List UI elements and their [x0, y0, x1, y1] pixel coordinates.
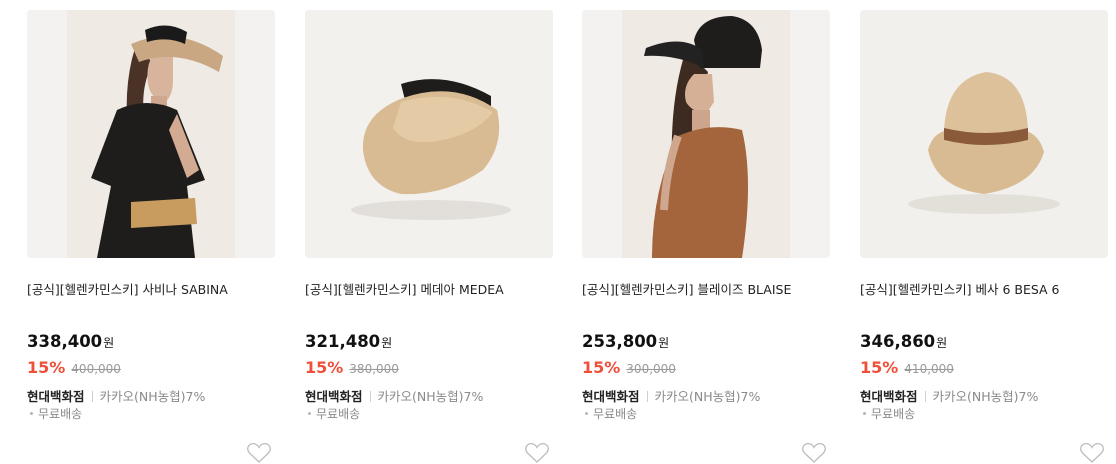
original-price: 380,000 — [349, 362, 399, 376]
visor-photo — [305, 10, 553, 258]
currency-label: 원 — [103, 336, 115, 350]
product-card[interactable]: [공식][헬렌카민스키] 사비나 SABINA 338,400원 15% 400,… — [27, 10, 275, 464]
shipping-row: 무료배송 — [305, 405, 360, 422]
heart-icon[interactable] — [1079, 442, 1105, 464]
heart-icon[interactable] — [524, 442, 550, 464]
seller-row: 현대백화점 카카오(NH농협)7% — [860, 386, 1038, 405]
discount-rate: 15% — [860, 358, 899, 377]
discount-rate: 15% — [27, 358, 66, 377]
discount-row: 15% 400,000 — [27, 358, 121, 377]
seller-row: 현대백화점 카카오(NH농협)7% — [305, 386, 483, 405]
seller-row: 현대백화점 카카오(NH농협)7% — [582, 386, 760, 405]
model-visor-photo — [27, 10, 275, 258]
bullet-dot — [585, 412, 588, 415]
seller-name: 현대백화점 — [860, 389, 918, 404]
price-value: 321,480 — [305, 332, 381, 351]
currency-label: 원 — [936, 336, 948, 350]
product-image[interactable] — [582, 10, 830, 258]
original-price: 410,000 — [904, 362, 954, 376]
currency-label: 원 — [381, 336, 393, 350]
price-value: 346,860 — [860, 332, 936, 351]
bullet-dot — [863, 412, 866, 415]
shipping-row: 무료배송 — [27, 405, 82, 422]
discount-row: 15% 300,000 — [582, 358, 676, 377]
shipping-row: 무료배송 — [860, 405, 915, 422]
bullet-dot — [30, 412, 33, 415]
product-card[interactable]: [공식][헬렌카민스키] 블레이즈 BLAISE 253,800원 15% 300… — [582, 10, 830, 464]
original-price: 300,000 — [626, 362, 676, 376]
product-image[interactable] — [860, 10, 1108, 258]
product-price: 346,860원 — [860, 332, 947, 351]
payment-benefit: 카카오(NH농협)7% — [99, 389, 206, 404]
product-image[interactable] — [305, 10, 553, 258]
hat-photo — [860, 10, 1108, 258]
currency-label: 원 — [658, 336, 670, 350]
shipping-label: 무료배송 — [871, 407, 916, 421]
shipping-label: 무료배송 — [593, 407, 638, 421]
product-image[interactable] — [27, 10, 275, 258]
product-title[interactable]: [공식][헬렌카민스키] 베사 6 BESA 6 — [860, 282, 1108, 298]
model-cap-photo — [582, 10, 830, 258]
shipping-label: 무료배송 — [38, 407, 83, 421]
original-price: 400,000 — [71, 362, 121, 376]
price-value: 338,400 — [27, 332, 103, 351]
product-title[interactable]: [공식][헬렌카민스키] 블레이즈 BLAISE — [582, 282, 830, 298]
heart-icon[interactable] — [801, 442, 827, 464]
discount-rate: 15% — [305, 358, 344, 377]
seller-name: 현대백화점 — [582, 389, 640, 404]
seller-name: 현대백화점 — [27, 389, 85, 404]
product-price: 253,800원 — [582, 332, 669, 351]
divider — [369, 391, 371, 402]
product-title[interactable]: [공식][헬렌카민스키] 사비나 SABINA — [27, 282, 275, 298]
discount-row: 15% 410,000 — [860, 358, 954, 377]
heart-icon[interactable] — [246, 442, 272, 464]
divider — [924, 391, 926, 402]
discount-rate: 15% — [582, 358, 621, 377]
product-price: 338,400원 — [27, 332, 114, 351]
product-card[interactable]: [공식][헬렌카민스키] 베사 6 BESA 6 346,860원 15% 410… — [860, 10, 1108, 464]
product-card[interactable]: [공식][헬렌카민스키] 메데아 MEDEA 321,480원 15% 380,0… — [305, 10, 553, 464]
payment-benefit: 카카오(NH농협)7% — [377, 389, 484, 404]
discount-row: 15% 380,000 — [305, 358, 399, 377]
price-value: 253,800 — [582, 332, 658, 351]
payment-benefit: 카카오(NH농협)7% — [654, 389, 761, 404]
divider — [646, 391, 648, 402]
product-price: 321,480원 — [305, 332, 392, 351]
product-title[interactable]: [공식][헬렌카민스키] 메데아 MEDEA — [305, 282, 553, 298]
shipping-row: 무료배송 — [582, 405, 637, 422]
shipping-label: 무료배송 — [316, 407, 361, 421]
divider — [91, 391, 93, 402]
seller-name: 현대백화점 — [305, 389, 363, 404]
seller-row: 현대백화점 카카오(NH농협)7% — [27, 386, 205, 405]
payment-benefit: 카카오(NH농협)7% — [932, 389, 1039, 404]
bullet-dot — [308, 412, 311, 415]
